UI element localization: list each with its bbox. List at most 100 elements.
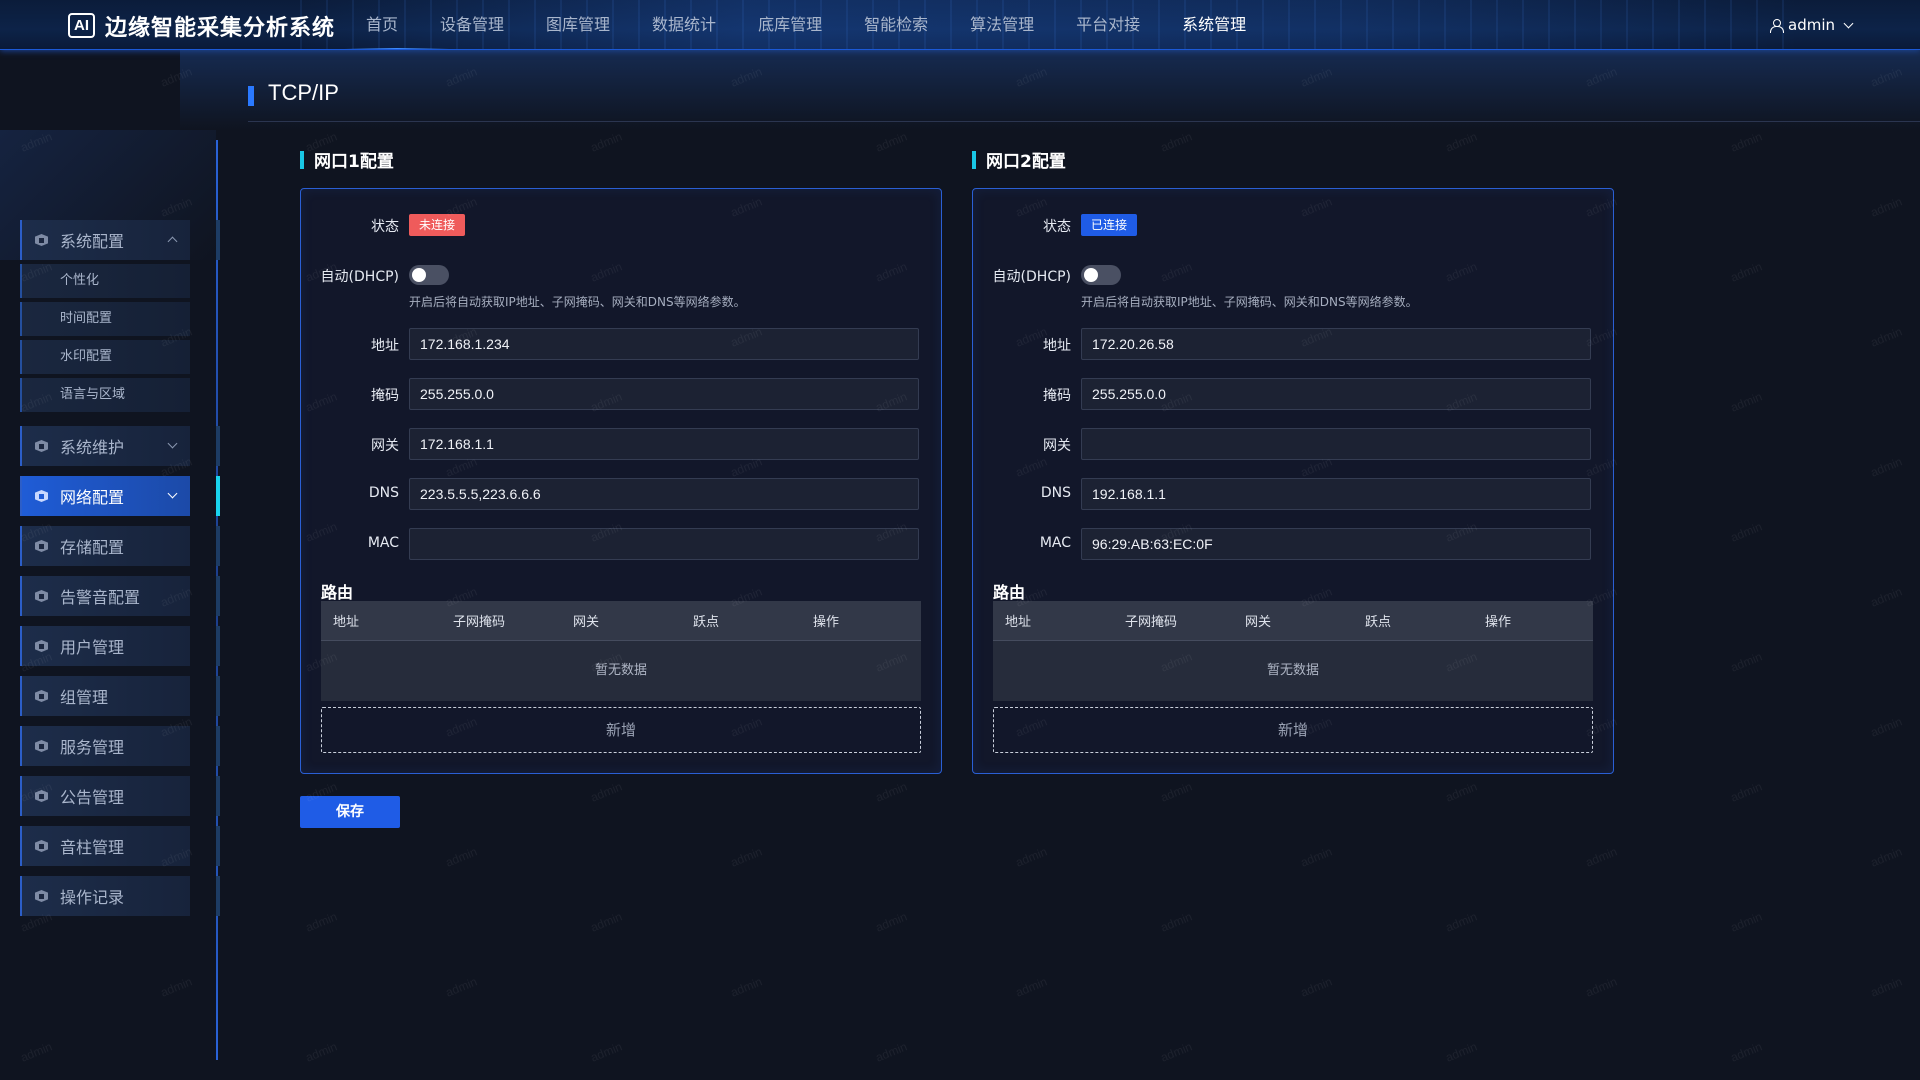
address-input[interactable]: 172.20.26.58 xyxy=(1081,328,1591,360)
cube-icon xyxy=(34,438,50,454)
nav-platform[interactable]: 平台对接 xyxy=(1055,0,1161,49)
cube-icon xyxy=(34,538,50,554)
sidebar-item-network[interactable]: 网络配置 xyxy=(20,476,220,516)
mac-label: MAC xyxy=(367,535,399,551)
watermark-text: admin xyxy=(588,1039,625,1065)
watermark-text: admin xyxy=(1728,519,1765,545)
dhcp-hint: 开启后将自动获取IP地址、子网掩码、网关和DNS等网络参数。 xyxy=(409,295,746,309)
gateway-input[interactable] xyxy=(1081,428,1591,460)
dns-label: DNS xyxy=(1040,485,1071,501)
nav-statistics[interactable]: 数据统计 xyxy=(631,0,737,49)
sidebar-item-storage[interactable]: 存储配置 xyxy=(20,526,220,566)
sidebar-subitem-watermark[interactable]: 水印配置 xyxy=(20,340,190,374)
gateway-label: 网关 xyxy=(1043,438,1071,454)
sidebar-item-services[interactable]: 服务管理 xyxy=(20,726,220,766)
watermark-text: admin xyxy=(1728,259,1765,285)
col-address: 地址 xyxy=(333,615,360,630)
sidebar-item-label: 告警音配置 xyxy=(60,588,141,607)
sidebar-item-speakers[interactable]: 音柱管理 xyxy=(20,826,220,866)
watermark-text: admin xyxy=(1443,779,1480,805)
watermark-text: admin xyxy=(1583,844,1620,870)
sidebar-item-indicator xyxy=(216,826,220,866)
watermark-text: admin xyxy=(1298,974,1335,1000)
sidebar-item-maintenance[interactable]: 系统维护 xyxy=(20,426,220,466)
mask-input[interactable]: 255.255.0.0 xyxy=(1081,378,1591,410)
add-route-button[interactable]: 新增 xyxy=(993,707,1593,753)
nav-gallery[interactable]: 图库管理 xyxy=(525,0,631,49)
watermark-text: admin xyxy=(1443,1039,1480,1065)
sidebar-subitem-language[interactable]: 语言与区域 xyxy=(20,378,190,412)
watermark-text: admin xyxy=(873,1039,910,1065)
dhcp-toggle[interactable] xyxy=(1081,265,1121,285)
user-name: admin xyxy=(1788,16,1835,34)
col-metric: 跃点 xyxy=(693,615,720,630)
route-title: 路由 xyxy=(321,583,354,602)
divider xyxy=(248,121,1920,122)
watermark-text: admin xyxy=(1868,584,1905,610)
sidebar-subitem-time[interactable]: 时间配置 xyxy=(20,302,190,336)
cube-icon xyxy=(34,638,50,654)
nav-home[interactable]: 首页 xyxy=(345,0,450,49)
mask-input[interactable]: 255.255.0.0 xyxy=(409,378,919,410)
mask-label: 掩码 xyxy=(371,388,399,404)
address-input[interactable]: 172.168.1.234 xyxy=(409,328,919,360)
status-label: 状态 xyxy=(371,219,399,235)
dns-input[interactable]: 192.168.1.1 xyxy=(1081,478,1591,510)
watermark-text: admin xyxy=(1013,844,1050,870)
mac-input[interactable]: 96:29:AB:63:EC:0F xyxy=(1081,528,1591,560)
route-title: 路由 xyxy=(993,583,1026,602)
dhcp-label: 自动(DHCP) xyxy=(320,269,399,285)
watermark-text: admin xyxy=(1868,844,1905,870)
sidebar-item-indicator xyxy=(216,776,220,816)
mac-input[interactable] xyxy=(409,528,919,560)
sidebar-item-label: 系统配置 xyxy=(60,232,125,251)
route-table-header: 地址 子网掩码 网关 跃点 操作 xyxy=(321,601,921,641)
watermark-text: admin xyxy=(1583,974,1620,1000)
watermark-text: admin xyxy=(1013,974,1050,1000)
chevron-down-icon xyxy=(1843,18,1854,28)
cube-icon xyxy=(34,232,50,248)
gateway-input[interactable]: 172.168.1.1 xyxy=(409,428,919,460)
add-route-button[interactable]: 新增 xyxy=(321,707,921,753)
sidebar-subitem-personalize[interactable]: 个性化 xyxy=(20,264,190,298)
chevron-up-icon xyxy=(167,236,178,247)
watermark-text: admin xyxy=(443,974,480,1000)
sidebar-item-label: 服务管理 xyxy=(60,738,125,757)
route-empty: 暂无数据 xyxy=(321,641,921,701)
save-button[interactable]: 保存 xyxy=(300,796,400,828)
sidebar-item-indicator xyxy=(216,576,220,616)
cube-icon xyxy=(34,588,50,604)
sidebar-item-label: 操作记录 xyxy=(60,888,125,907)
sidebar-item-groups[interactable]: 组管理 xyxy=(20,676,220,716)
sidebar-item-logs[interactable]: 操作记录 xyxy=(20,876,220,916)
port2-title: 网口2配置 xyxy=(986,152,1066,172)
user-icon xyxy=(1770,18,1784,33)
nav-database[interactable]: 底库管理 xyxy=(737,0,843,49)
page-title: TCP/IP xyxy=(268,80,339,105)
nav-system[interactable]: 系统管理 xyxy=(1161,0,1267,49)
cube-icon xyxy=(34,738,50,754)
nav-algorithm[interactable]: 算法管理 xyxy=(949,0,1055,49)
watermark-text: admin xyxy=(1728,1039,1765,1065)
user-menu[interactable]: admin xyxy=(1770,0,1854,49)
nav-device[interactable]: 设备管理 xyxy=(419,0,525,49)
sidebar-item-indicator xyxy=(216,476,220,516)
sidebar-item-alarm-sound[interactable]: 告警音配置 xyxy=(20,576,220,616)
cube-icon xyxy=(34,488,50,504)
watermark-text: admin xyxy=(873,129,910,155)
watermark-text: admin xyxy=(1728,779,1765,805)
cube-icon xyxy=(34,838,50,854)
sidebar-item-users[interactable]: 用户管理 xyxy=(20,626,220,666)
route-empty: 暂无数据 xyxy=(993,641,1593,701)
watermark-text: admin xyxy=(1158,909,1195,935)
dns-input[interactable]: 223.5.5.5,223.6.6.6 xyxy=(409,478,919,510)
watermark-text: admin xyxy=(1728,389,1765,415)
col-mask: 子网掩码 xyxy=(453,615,506,630)
dhcp-toggle[interactable] xyxy=(409,265,449,285)
sidebar-item-indicator xyxy=(216,526,220,566)
sidebar-item-announcements[interactable]: 公告管理 xyxy=(20,776,220,816)
top-bar: AI 边缘智能采集分析系统 首页 设备管理 图库管理 数据统计 底库管理 智能检… xyxy=(0,0,1920,50)
sidebar-item-label: 用户管理 xyxy=(60,638,125,657)
sidebar-item-system-config[interactable]: 系统配置 xyxy=(20,220,220,260)
nav-search[interactable]: 智能检索 xyxy=(843,0,949,49)
